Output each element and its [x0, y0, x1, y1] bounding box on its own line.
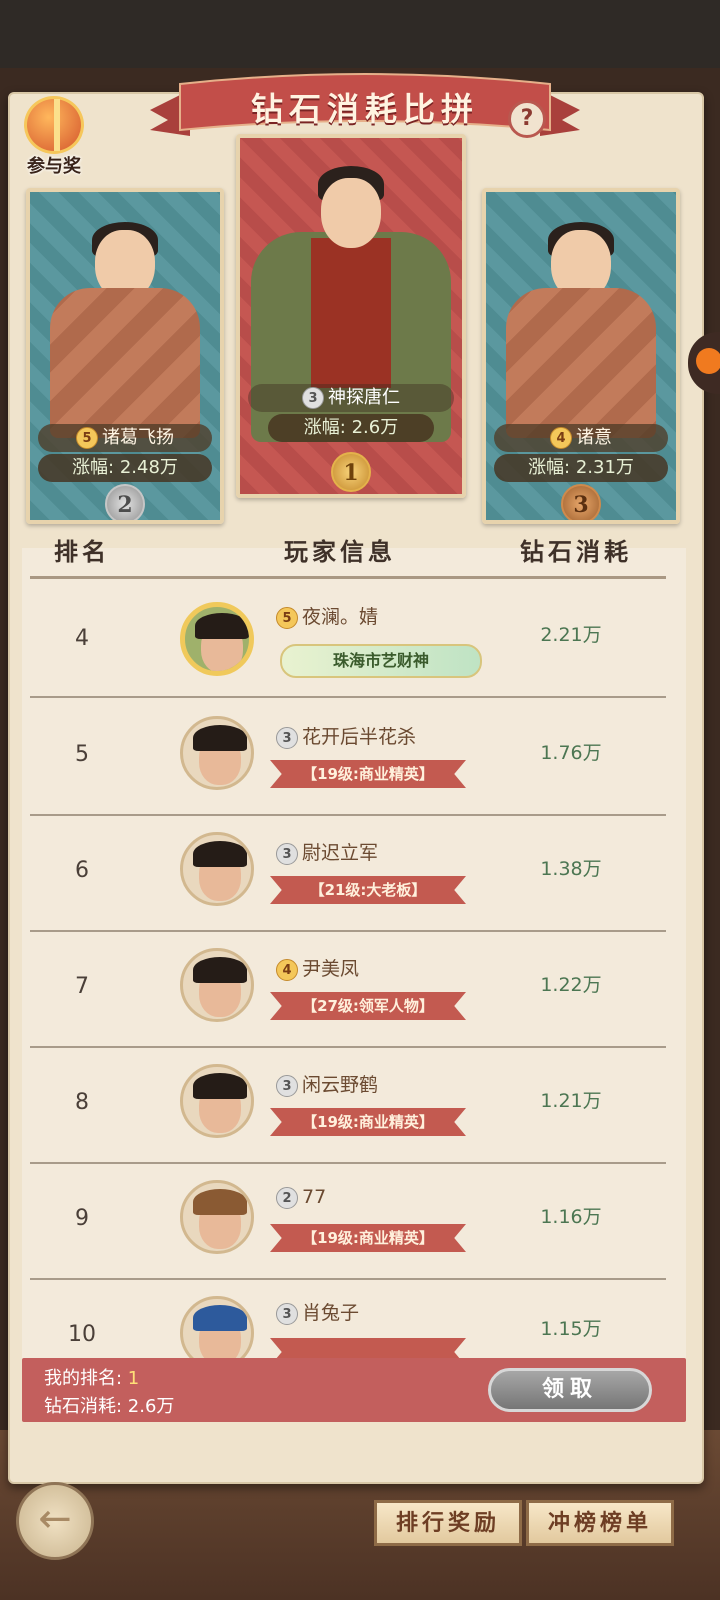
- vip-badge-icon: 4: [550, 427, 572, 449]
- avatar-hat: [193, 1305, 247, 1331]
- character-body: [50, 288, 200, 438]
- column-header-rank: 排名: [54, 537, 110, 566]
- diamond-cost: 1.22万: [540, 974, 602, 996]
- avatar-hair: [193, 1073, 247, 1099]
- participation-label: 参与奖: [27, 156, 81, 177]
- column-header-cost: 钻石消耗: [520, 537, 632, 566]
- player-name: 5 夜澜。婧: [276, 602, 378, 629]
- character-shirt: [311, 238, 391, 388]
- rank-number: 10: [68, 1322, 96, 1347]
- diamond-cost: 1.16万: [540, 1206, 602, 1228]
- column-header-player: 玩家信息: [284, 537, 396, 566]
- avatar[interactable]: [180, 602, 254, 676]
- header-divider: [30, 576, 666, 579]
- avatar[interactable]: [180, 716, 254, 790]
- player-name: 3 花开后半花杀: [276, 722, 416, 749]
- bronze-medal-icon: 3: [561, 484, 601, 520]
- podium-name: 5 诸葛飞扬: [38, 424, 212, 452]
- podium-card-first[interactable]: 3 神探唐仁 涨幅: 2.6万 1: [236, 134, 466, 498]
- player-name: 2 77: [276, 1186, 326, 1209]
- gold-medal-icon: 1: [331, 452, 371, 492]
- diamond-cost: 1.38万: [540, 858, 602, 880]
- podium-card-third[interactable]: 4 诸意 涨幅: 2.31万 3: [482, 188, 680, 524]
- diamond-cost: 1.15万: [540, 1318, 602, 1340]
- avatar-hair: [193, 725, 247, 751]
- table-row[interactable]: 7 4 尹美凤 【27级:领军人物】 1.22万: [30, 932, 666, 1048]
- diamond-cost: 2.21万: [540, 624, 602, 646]
- rank-number: 8: [75, 1090, 89, 1115]
- help-button[interactable]: ?: [508, 100, 546, 138]
- diamond-cost: 1.21万: [540, 1090, 602, 1112]
- rank-number: 5: [75, 742, 89, 767]
- avatar-hair: [195, 613, 249, 639]
- avatar[interactable]: [180, 1296, 254, 1358]
- player-title: 【19级:商业精英】: [270, 760, 466, 788]
- player-title: 【21级:大老板】: [270, 876, 466, 904]
- rank-reward-button[interactable]: 排行奖励: [374, 1500, 522, 1546]
- podium-gain: 涨幅: 2.31万: [494, 454, 668, 482]
- podium-name: 4 诸意: [494, 424, 668, 452]
- table-row[interactable]: 8 3 闲云野鹤 【19级:商业精英】 1.21万: [30, 1048, 666, 1164]
- avatar[interactable]: [180, 948, 254, 1022]
- claim-button[interactable]: 领取: [488, 1368, 652, 1412]
- table-row[interactable]: 9 2 77 【19级:商业精英】 1.16万: [30, 1164, 666, 1280]
- podium-name: 3 神探唐仁: [248, 384, 454, 412]
- table-row[interactable]: 5 3 花开后半花杀 【19级:商业精英】 1.76万: [30, 700, 666, 816]
- rank-number: 4: [75, 626, 89, 651]
- my-rank-bar: 我的排名: 1 钻石消耗: 2.6万 领取: [22, 1358, 686, 1422]
- vip-badge-icon: 2: [276, 1186, 298, 1209]
- diamond-cost: 1.76万: [540, 742, 602, 764]
- rank-number: 7: [75, 974, 89, 999]
- vip-badge-icon: 5: [276, 606, 298, 629]
- table-row[interactable]: 4 5 夜澜。婧 珠海市艺财神 2.21万: [30, 582, 666, 698]
- vip-badge-icon: 3: [276, 726, 298, 749]
- player-title: 【27级:领军人物】: [270, 992, 466, 1020]
- rush-list-button[interactable]: 冲榜榜单: [526, 1500, 674, 1546]
- rank-number: 6: [75, 858, 89, 883]
- player-name: 3 肖兔子: [276, 1298, 359, 1325]
- podium-gain: 涨幅: 2.48万: [38, 454, 212, 482]
- avatar[interactable]: [180, 1180, 254, 1254]
- player-title: 珠海市艺财神: [280, 644, 482, 678]
- vip-badge-icon: 3: [276, 1302, 298, 1325]
- podium-gain: 涨幅: 2.6万: [268, 414, 434, 442]
- participation-reward-button[interactable]: 参与奖: [14, 92, 94, 184]
- top-strip: [0, 0, 720, 68]
- avatar[interactable]: [180, 832, 254, 906]
- player-name: 3 尉迟立军: [276, 838, 378, 865]
- player-name: 3 闲云野鹤: [276, 1070, 378, 1097]
- gift-icon: [24, 96, 84, 154]
- player-title: 【19级:商业精英】: [270, 1224, 466, 1252]
- my-diamond-cost: 钻石消耗: 2.6万: [44, 1396, 175, 1417]
- player-title: 【19级:商业精英】: [270, 1108, 466, 1136]
- avatar-hair: [193, 1189, 247, 1215]
- character-head: [321, 178, 381, 248]
- rank-number: 9: [75, 1206, 89, 1231]
- avatar-hair: [193, 841, 247, 867]
- player-name: 4 尹美凤: [276, 954, 359, 981]
- my-rank: 我的排名: 1: [44, 1368, 140, 1389]
- back-arrow-icon: ←: [38, 1496, 72, 1542]
- avatar[interactable]: [180, 1064, 254, 1138]
- vip-badge-icon: 5: [76, 427, 98, 449]
- silver-medal-icon: 2: [105, 484, 145, 520]
- table-row[interactable]: 10 3 肖兔子 1.15万: [30, 1280, 666, 1358]
- vip-badge-icon: 3: [302, 387, 324, 409]
- podium-card-second[interactable]: 5 诸葛飞扬 涨幅: 2.48万 2: [26, 188, 224, 524]
- vip-badge-icon: 3: [276, 1074, 298, 1097]
- table-row[interactable]: 6 3 尉迟立军 【21级:大老板】 1.38万: [30, 816, 666, 932]
- vip-badge-icon: 4: [276, 958, 298, 981]
- vip-badge-icon: 3: [276, 842, 298, 865]
- back-button[interactable]: ←: [16, 1482, 94, 1560]
- mascot-icon: [696, 348, 720, 374]
- avatar-hair: [193, 957, 247, 983]
- player-title: [270, 1338, 466, 1358]
- character-body: [506, 288, 656, 438]
